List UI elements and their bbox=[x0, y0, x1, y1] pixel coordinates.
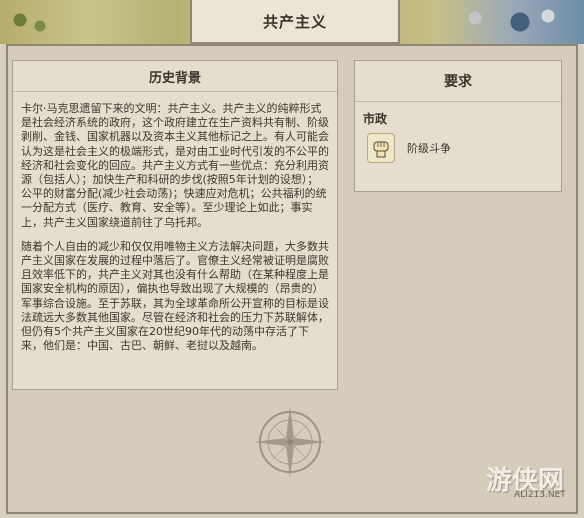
history-text[interactable]: 卡尔·马克思遗留下来的文明：共产主义。共产主义的纯粹形式是社会经济系统的政府，这… bbox=[13, 92, 337, 353]
history-paragraph-1: 卡尔·马克思遗留下来的文明：共产主义。共产主义的纯粹形式是社会经济系统的政府，这… bbox=[21, 102, 329, 229]
page-title: 共产主义 bbox=[262, 12, 327, 31]
compass-rose-icon bbox=[254, 406, 326, 478]
fist-icon[interactable] bbox=[367, 133, 395, 163]
requirement-label: 阶级斗争 bbox=[407, 142, 451, 155]
history-header: 历史背景 bbox=[13, 61, 337, 92]
history-panel: 历史背景 卡尔·马克思遗留下来的文明：共产主义。共产主义的纯粹形式是社会经济系统… bbox=[12, 60, 338, 390]
requirement-class-struggle[interactable]: 阶级斗争 bbox=[355, 127, 561, 163]
requirements-heading: 要求 bbox=[444, 74, 472, 90]
title-banner: 共产主义 bbox=[190, 0, 400, 44]
history-paragraph-2: 随着个人自由的减少和仅仅用唯物主义方法解决问题，大多数共产主义国家在发展的过程中… bbox=[21, 239, 329, 353]
requirements-section-civic: 市政 bbox=[363, 112, 388, 126]
requirements-panel: 要求 市政 阶级斗争 bbox=[354, 60, 562, 192]
watermark-sub: ALI213.NET bbox=[514, 490, 566, 500]
watermark: 游侠网 ALI213.NET bbox=[486, 460, 566, 500]
requirements-header: 要求 bbox=[355, 61, 561, 102]
history-heading: 历史背景 bbox=[148, 70, 201, 86]
